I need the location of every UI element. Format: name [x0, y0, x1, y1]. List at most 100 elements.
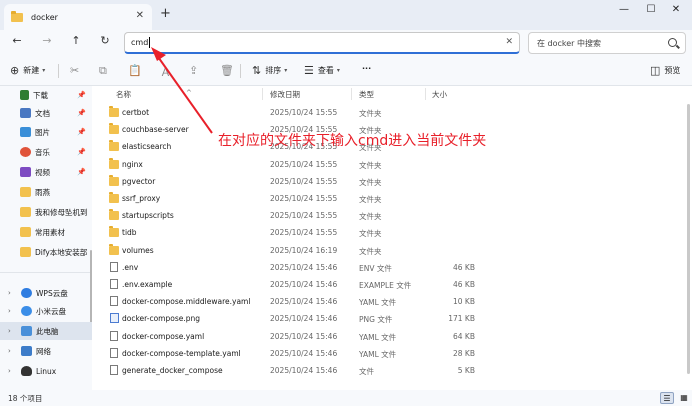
modified-date: 2025/10/24 15:55	[270, 228, 338, 238]
modified-date: 2025/10/24 15:46	[270, 331, 338, 341]
preview-button-label: 预览	[664, 66, 681, 75]
close-icon[interactable]: ✕	[136, 10, 144, 21]
cut-icon[interactable]: ✂	[70, 64, 79, 77]
new-tab-button[interactable]: +	[160, 6, 171, 21]
sidebar-item-downloads[interactable]: 下载 📌	[0, 86, 92, 104]
table-row[interactable]: docker-compose.yaml 2025/10/24 15:46 YAML …	[92, 328, 682, 345]
file-name: certbot	[122, 108, 150, 117]
item-count: 18 个项目	[8, 394, 43, 403]
back-button[interactable]: ←	[8, 34, 26, 47]
column-header: ^ 名称 修改日期 类型 大小	[92, 86, 692, 102]
file-name: volumes	[122, 245, 154, 255]
sidebar-item-linux[interactable]: › Linux	[0, 362, 92, 380]
sidebar-item-label: Dify本地安装部	[35, 247, 88, 257]
view-button[interactable]: ☰ 查看 ▾	[304, 64, 340, 77]
folder-icon	[109, 209, 119, 221]
column-type[interactable]: 类型	[359, 89, 374, 100]
sidebar-item-this-pc[interactable]: › 此电脑	[0, 322, 92, 340]
share-icon[interactable]: ⇪	[189, 64, 198, 77]
chevron-right-icon[interactable]: ›	[8, 327, 16, 335]
address-input[interactable]: cmd ✕	[124, 32, 520, 54]
file-type: EXAMPLE 文件	[359, 281, 412, 290]
pin-icon: 📌	[77, 148, 86, 156]
table-row[interactable]: docker-compose.png 2025/10/24 15:46 PNG 文件…	[92, 310, 682, 327]
table-row[interactable]: certbot 2025/10/24 15:55 文件夹	[92, 104, 682, 121]
table-row[interactable]: ssrf_proxy 2025/10/24 15:55 文件夹	[92, 190, 682, 207]
search-input[interactable]: 在 docker 中搜索	[528, 32, 686, 54]
delete-icon[interactable]: 🗑	[220, 64, 234, 77]
sort-icon: ⇅	[252, 64, 262, 77]
sidebar-item-pictures[interactable]: 图片 📌	[0, 123, 92, 141]
file-type: YAML 文件	[359, 349, 397, 359]
sidebar-item-folder[interactable]: 我和修母坠机到	[0, 203, 92, 221]
clear-icon[interactable]: ✕	[505, 37, 513, 47]
folder-icon	[109, 123, 119, 135]
sidebar-item-folder[interactable]: Dify本地安装部	[0, 243, 92, 261]
column-name[interactable]: 名称	[116, 89, 131, 100]
sidebar-item-network[interactable]: › 网络	[0, 342, 92, 360]
music-icon	[20, 147, 31, 157]
table-row[interactable]: .env 2025/10/24 15:46 ENV 文件 46 KB	[92, 259, 682, 276]
vertical-scrollbar[interactable]	[687, 104, 690, 374]
file-type: 文件夹	[359, 246, 382, 256]
sidebar-item-music[interactable]: 音乐 📌	[0, 143, 92, 161]
tab-docker[interactable]: docker ✕	[4, 4, 152, 30]
image-file-icon	[110, 313, 119, 324]
new-button[interactable]: ⊕ 新建 ▾	[10, 64, 45, 77]
preview-button[interactable]: ◫ 预览	[650, 64, 680, 77]
table-row[interactable]: volumes 2025/10/24 16:19 文件夹	[92, 242, 682, 259]
chevron-right-icon[interactable]: ›	[8, 347, 16, 355]
sort-button[interactable]: ⇅ 排序 ▾	[252, 64, 287, 77]
chevron-right-icon[interactable]: ›	[8, 307, 16, 315]
table-row[interactable]: pgvector 2025/10/24 15:55 文件夹	[92, 173, 682, 190]
sidebar-item-wps-cloud[interactable]: › WPS云盘	[0, 284, 92, 302]
chevron-right-icon[interactable]: ›	[8, 289, 16, 297]
forward-button[interactable]: →	[38, 34, 56, 47]
copy-icon[interactable]: ⧉	[99, 64, 107, 78]
folder-icon	[109, 243, 119, 255]
file-name: .env.example	[122, 280, 173, 289]
table-row[interactable]: docker-compose-template.yaml 2025/10/24 1…	[92, 345, 682, 362]
more-options-button[interactable]: ···	[362, 64, 371, 73]
sidebar-item-folder[interactable]: 雨燕	[0, 183, 92, 201]
table-row[interactable]: startupscripts 2025/10/24 15:55 文件夹	[92, 207, 682, 224]
file-icon	[110, 261, 118, 272]
sidebar-item-label: 下载	[33, 90, 48, 100]
file-type: ENV 文件	[359, 263, 392, 273]
table-row[interactable]: generate_docker_compose 2025/10/24 15:46 文…	[92, 362, 682, 379]
modified-date: 2025/10/24 15:55	[270, 108, 338, 117]
table-row[interactable]: nginx 2025/10/24 15:55 文件夹	[92, 156, 682, 173]
sidebar-item-documents[interactable]: 文档 📌	[0, 104, 92, 122]
paste-icon[interactable]: 📋	[128, 64, 142, 77]
title-bar: docker ✕ + — ☐ ✕	[0, 0, 692, 30]
folder-icon	[109, 157, 119, 169]
maximize-button[interactable]: ☐	[641, 4, 661, 15]
chevron-down-icon: ▾	[336, 67, 340, 74]
column-size[interactable]: 大小	[432, 89, 447, 100]
cloud-icon	[21, 288, 32, 298]
table-row[interactable]: .env.example 2025/10/24 15:46 EXAMPLE 文件 46…	[92, 276, 682, 293]
file-name: .env	[122, 262, 139, 272]
chevron-right-icon[interactable]: ›	[8, 367, 16, 375]
sidebar-item-folder[interactable]: 常用素材	[0, 223, 92, 241]
network-icon	[21, 346, 32, 356]
minimize-button[interactable]: —	[614, 4, 634, 15]
tab-title: docker	[31, 12, 58, 22]
table-row[interactable]: docker-compose.middleware.yaml 2025/10/24…	[92, 293, 682, 310]
file-name: docker-compose-template.yaml	[122, 348, 241, 358]
up-button[interactable]: ↑	[67, 34, 85, 47]
sidebar-item-videos[interactable]: 视频 📌	[0, 163, 92, 181]
sidebar-item-label: 图片	[35, 127, 50, 137]
sidebar-divider	[0, 272, 92, 273]
table-row[interactable]: tidb 2025/10/24 15:55 文件夹	[92, 224, 682, 241]
sidebar-item-mi-cloud[interactable]: › 小米云盘	[0, 302, 92, 320]
details-view-icon[interactable]: ☰	[660, 392, 674, 404]
refresh-button[interactable]: ↻	[96, 34, 114, 47]
rename-icon[interactable]: Ａ	[160, 64, 171, 80]
sidebar-item-label: 视频	[35, 167, 50, 177]
file-name: docker-compose.png	[122, 314, 201, 324]
column-date[interactable]: 修改日期	[270, 89, 300, 100]
file-icon	[110, 330, 118, 341]
tiles-view-icon[interactable]: ▦	[677, 392, 691, 404]
close-window-button[interactable]: ✕	[666, 4, 686, 15]
